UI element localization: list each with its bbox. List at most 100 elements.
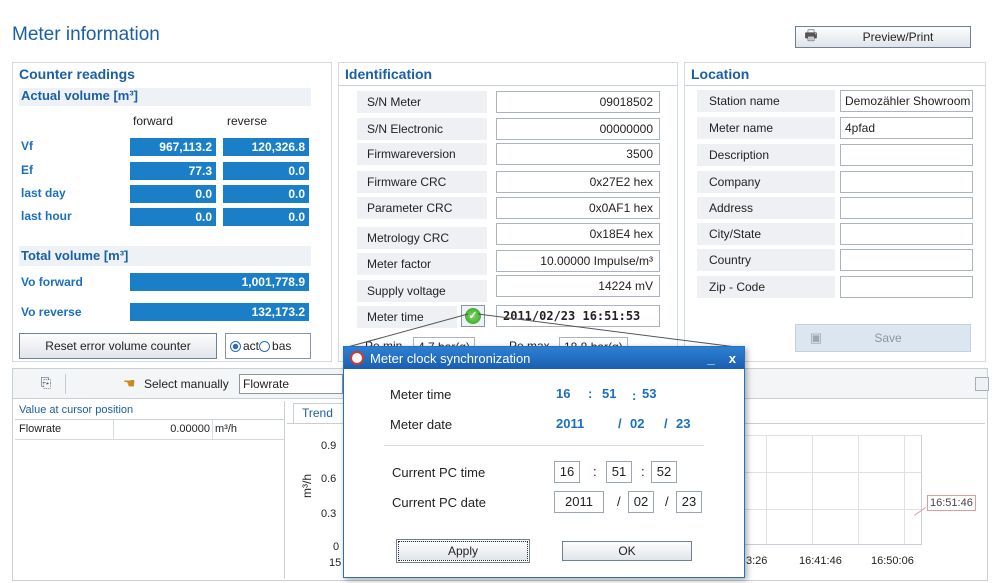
x-tick-16-50-06: 16:50:06 (871, 555, 914, 567)
col-reverse: reverse (227, 114, 268, 128)
loc-value-country[interactable] (840, 249, 973, 271)
cursor-time-label: 16:51:46 (927, 495, 976, 511)
id-label-supply-voltage: Supply voltage (357, 280, 487, 302)
cursor-panel-header-line (15, 419, 285, 420)
loc-value-company[interactable] (840, 171, 973, 193)
dlg-pc-date-label: Current PC date (392, 495, 486, 510)
dlg-meter-time-label: Meter time (390, 387, 452, 402)
row-label-last-day: last day (21, 186, 66, 200)
loc-value-meter-name[interactable]: 4pfad (840, 117, 973, 139)
loc-label-country: Country (697, 249, 835, 271)
row-label-last-hour: last hour (21, 209, 72, 223)
cursor-row-divider (15, 439, 285, 440)
pc-date-month-field[interactable]: 02 (628, 491, 654, 513)
last-day-forward-value: 0.0 (130, 185, 216, 203)
dialog-divider (384, 445, 704, 446)
floppy-disk-icon: ▣ (809, 330, 823, 345)
hand-pointer-icon: ☚ (123, 375, 136, 391)
y-tick-0-6: 0.6 (321, 473, 337, 485)
dialog-title: Meter clock synchronization (370, 350, 531, 366)
counter-readings-panel: Counter readings Actual volume [m³] forw… (12, 62, 332, 362)
loc-value-city-state[interactable] (840, 223, 973, 245)
loc-value-address[interactable] (840, 197, 973, 219)
radio-bas-label: bas (272, 339, 292, 353)
dlg-meter-date-label: Meter date (390, 417, 453, 432)
id-label-firmware-crc: Firmware CRC (357, 171, 487, 193)
loc-value-description[interactable] (840, 144, 973, 166)
pc-date-sep1: / (617, 494, 621, 509)
last-hour-reverse-value: 0.0 (223, 208, 309, 226)
vo-forward-label: Vo forward (21, 275, 83, 289)
ok-button[interactable]: OK (562, 541, 692, 561)
location-header-line (685, 85, 985, 86)
vo-forward-value: 1,001,778.9 (130, 273, 309, 291)
id-value-meter-factor: 10.00000 Impulse/m³ (496, 250, 660, 272)
ef-forward-value: 77.3 (130, 162, 216, 180)
y-axis-label: m³/h (300, 474, 314, 498)
loc-label-description: Description (697, 144, 835, 166)
id-label-sn-meter: S/N Meter (357, 91, 487, 113)
pc-time-minute-field[interactable]: 51 (606, 461, 632, 483)
dlg-meter-date-month: 02 (630, 416, 645, 431)
save-label: Save (874, 331, 902, 345)
plot-area-right (744, 435, 922, 545)
vf-reverse-value: 120,326.8 (223, 138, 309, 156)
id-value-metrology-crc: 0x18E4 hex (496, 223, 660, 245)
pc-time-hour-field[interactable]: 16 (554, 461, 580, 483)
id-value-parameter-crc: 0x0AF1 hex (496, 197, 660, 219)
identification-header-line (339, 85, 677, 86)
dlg-meter-date-sep1: / (618, 416, 622, 431)
dlg-meter-time-sep1: : (588, 386, 593, 401)
loc-value-zip-code[interactable] (840, 276, 973, 298)
pc-time-second-field[interactable]: 52 (651, 461, 677, 483)
preview-print-button[interactable]: 🖶 Preview/Print (795, 26, 971, 48)
identification-title: Identification (345, 66, 433, 82)
apply-button[interactable]: Apply (396, 539, 530, 563)
printer-icon: 🖶 (804, 27, 818, 43)
cursor-col-divider-1 (113, 420, 114, 440)
id-label-sn-electronic: S/N Electronic (357, 118, 487, 140)
dlg-meter-time-minute: 51 (602, 386, 617, 401)
radio-act-selected-icon[interactable] (230, 340, 241, 352)
counter-readings-title: Counter readings (19, 66, 135, 82)
y-tick-0: 0 (333, 541, 340, 553)
dlg-pc-time-label: Current PC time (392, 465, 486, 480)
vo-reverse-label: Vo reverse (21, 305, 82, 319)
loc-label-company: Company (697, 171, 835, 193)
loc-value-station-name[interactable]: Demozähler Showroom (840, 90, 973, 112)
dlg-meter-date-day: 23 (676, 416, 691, 431)
radio-bas-icon[interactable] (259, 340, 271, 352)
last-day-reverse-value: 0.0 (223, 185, 309, 203)
reset-error-volume-button[interactable]: Reset error volume counter (19, 333, 217, 359)
cursor-panel-title: Value at cursor position (19, 404, 134, 416)
dialog-minimize-button[interactable]: _ (708, 351, 715, 366)
cursor-row-name: Flowrate (19, 423, 62, 435)
toolbar-separator (65, 374, 66, 394)
id-value-supply-voltage: 14224 mV (496, 275, 660, 297)
alarm-clock-icon (350, 351, 364, 365)
trend-tab[interactable]: Trend (293, 403, 345, 423)
pc-date-day-field[interactable]: 23 (676, 491, 702, 513)
cursor-values-panel: Value at cursor position Flowrate 0.0000… (15, 401, 285, 579)
mode-radio-group: act bas (225, 333, 311, 359)
pc-date-year-field[interactable]: 2011 (554, 491, 604, 513)
id-label-parameter-crc: Parameter CRC (357, 197, 487, 219)
preview-print-label: Preview/Print (862, 30, 934, 44)
radio-act-label: act (243, 339, 260, 353)
save-button[interactable]: ▣ Save (795, 324, 971, 352)
channel-select[interactable]: Flowrate (239, 374, 343, 394)
dlg-meter-date-year: 2011 (556, 416, 585, 431)
export-icon[interactable]: ⎘ (37, 375, 55, 391)
loc-label-city-state: City/State (697, 223, 835, 245)
dlg-meter-time-hour: 16 (556, 386, 571, 401)
dlg-meter-date-sep2: / (664, 416, 668, 431)
location-title: Location (691, 66, 750, 82)
cursor-row-unit: m³/h (215, 423, 237, 435)
dialog-close-button[interactable]: x (729, 351, 736, 366)
id-value-sn-meter: 09018502 (496, 91, 660, 113)
cursor-col-divider-2 (212, 420, 213, 440)
vo-reverse-value: 132,173.2 (130, 303, 309, 321)
select-manually-label: Select manually (144, 377, 229, 391)
collapse-panel-icon[interactable] (975, 377, 989, 391)
dlg-meter-time-second: 53 (642, 386, 657, 401)
